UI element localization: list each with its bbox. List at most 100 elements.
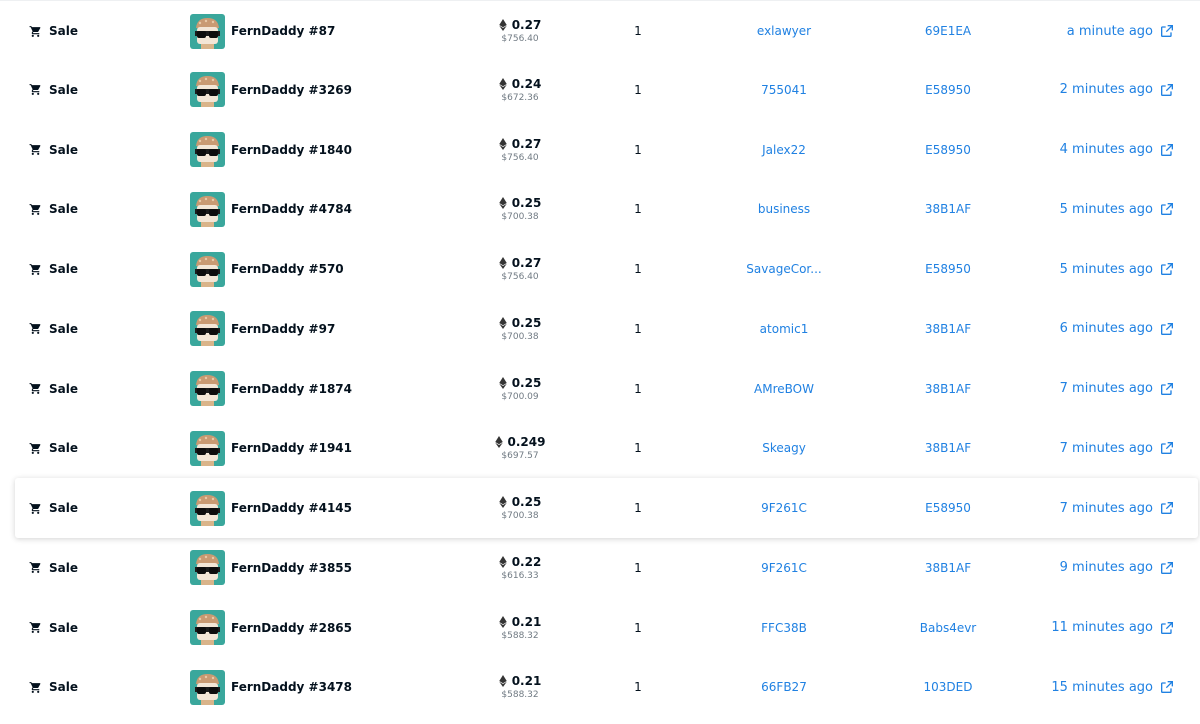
time-cell[interactable]: 11 minutes ago: [1030, 598, 1175, 658]
from-link[interactable]: Skeagy: [762, 441, 806, 455]
time-link[interactable]: 7 minutes ago: [1060, 501, 1153, 516]
nft-thumbnail[interactable]: [190, 311, 225, 347]
time-link[interactable]: 2 minutes ago: [1060, 82, 1153, 97]
item-name[interactable]: FernDaddy #1840: [231, 143, 352, 157]
time-link[interactable]: 15 minutes ago: [1051, 680, 1153, 695]
table-row[interactable]: Sale FernDaddy #1874 0.25 $700.09 1 AMre…: [0, 359, 1200, 419]
table-row[interactable]: Sale FernDaddy #4145 0.25 $700.38 1 9F26…: [15, 478, 1198, 538]
item-name[interactable]: FernDaddy #87: [231, 24, 335, 38]
time-cell[interactable]: 15 minutes ago: [1030, 657, 1175, 717]
to-link[interactable]: 38B1AF: [925, 441, 971, 455]
table-row[interactable]: Sale FernDaddy #3269 0.24 $672.36 1 7550…: [0, 60, 1200, 120]
item-cell[interactable]: FernDaddy #3269: [190, 60, 352, 120]
external-link-icon[interactable]: [1159, 440, 1175, 456]
from-link[interactable]: 755041: [761, 83, 807, 97]
item-name[interactable]: FernDaddy #4145: [231, 501, 352, 515]
table-row[interactable]: Sale FernDaddy #87 0.27 $756.40 1 exlawy…: [0, 0, 1200, 60]
item-name[interactable]: FernDaddy #2865: [231, 621, 352, 635]
time-cell[interactable]: a minute ago: [1030, 1, 1175, 61]
item-cell[interactable]: FernDaddy #4145: [190, 478, 352, 538]
table-row[interactable]: Sale FernDaddy #2865 0.21 $588.32 1 FFC3…: [0, 598, 1200, 658]
time-link[interactable]: 11 minutes ago: [1051, 620, 1153, 635]
time-link[interactable]: 4 minutes ago: [1060, 142, 1153, 157]
time-cell[interactable]: 7 minutes ago: [1030, 359, 1175, 419]
time-link[interactable]: 6 minutes ago: [1060, 321, 1153, 336]
time-cell[interactable]: 7 minutes ago: [1030, 418, 1175, 478]
table-row[interactable]: Sale FernDaddy #570 0.27 $756.40 1 Savag…: [0, 239, 1200, 299]
item-name[interactable]: FernDaddy #4784: [231, 202, 352, 216]
nft-thumbnail[interactable]: [190, 191, 225, 227]
time-cell[interactable]: 5 minutes ago: [1030, 239, 1175, 299]
to-link[interactable]: E58950: [925, 143, 971, 157]
from-link[interactable]: Jalex22: [762, 143, 806, 157]
time-link[interactable]: 9 minutes ago: [1060, 560, 1153, 575]
from-link[interactable]: AMreBOW: [754, 382, 814, 396]
time-cell[interactable]: 7 minutes ago: [1030, 478, 1175, 538]
from-link[interactable]: exlawyer: [757, 24, 811, 38]
to-link[interactable]: 38B1AF: [925, 382, 971, 396]
from-link[interactable]: FFC38B: [761, 621, 807, 635]
item-cell[interactable]: FernDaddy #3478: [190, 657, 352, 717]
item-name[interactable]: FernDaddy #3478: [231, 680, 352, 694]
external-link-icon[interactable]: [1159, 679, 1175, 695]
item-cell[interactable]: FernDaddy #1840: [190, 120, 352, 180]
to-link[interactable]: E58950: [925, 262, 971, 276]
external-link-icon[interactable]: [1159, 201, 1175, 217]
nft-thumbnail[interactable]: [190, 371, 225, 406]
to-link[interactable]: 38B1AF: [925, 322, 971, 336]
external-link-icon[interactable]: [1159, 620, 1175, 636]
table-row[interactable]: Sale FernDaddy #1941 0.249 $697.57 1 Ske…: [0, 418, 1200, 478]
from-link[interactable]: business: [758, 202, 810, 216]
external-link-icon[interactable]: [1159, 560, 1175, 576]
time-cell[interactable]: 2 minutes ago: [1030, 60, 1175, 120]
to-link[interactable]: 38B1AF: [925, 561, 971, 575]
item-cell[interactable]: FernDaddy #1874: [190, 359, 352, 419]
nft-thumbnail[interactable]: [190, 72, 225, 108]
table-row[interactable]: Sale FernDaddy #3855 0.22 $616.33 1 9F26…: [0, 538, 1200, 598]
external-link-icon[interactable]: [1159, 82, 1175, 98]
time-link[interactable]: a minute ago: [1067, 24, 1153, 39]
item-name[interactable]: FernDaddy #1941: [231, 441, 352, 455]
item-cell[interactable]: FernDaddy #87: [190, 1, 335, 61]
nft-thumbnail[interactable]: [190, 430, 225, 466]
nft-thumbnail[interactable]: [190, 251, 225, 287]
to-link[interactable]: E58950: [925, 501, 971, 515]
nft-thumbnail[interactable]: [190, 132, 225, 167]
time-link[interactable]: 5 minutes ago: [1060, 202, 1153, 217]
to-link[interactable]: 103DED: [924, 680, 973, 694]
from-link[interactable]: atomic1: [760, 322, 809, 336]
from-link[interactable]: 9F261C: [761, 561, 807, 575]
external-link-icon[interactable]: [1159, 381, 1175, 397]
item-cell[interactable]: FernDaddy #3855: [190, 538, 352, 598]
from-link[interactable]: 9F261C: [761, 501, 807, 515]
external-link-icon[interactable]: [1159, 500, 1175, 516]
from-link[interactable]: 66FB27: [761, 680, 807, 694]
time-link[interactable]: 7 minutes ago: [1060, 381, 1153, 396]
external-link-icon[interactable]: [1159, 142, 1175, 158]
table-row[interactable]: Sale FernDaddy #3478 0.21 $588.32 1 66FB…: [0, 657, 1200, 717]
item-name[interactable]: FernDaddy #570: [231, 262, 344, 276]
nft-thumbnail[interactable]: [190, 610, 225, 645]
item-name[interactable]: FernDaddy #3269: [231, 83, 352, 97]
table-row[interactable]: Sale FernDaddy #97 0.25 $700.38 1 atomic…: [0, 299, 1200, 359]
time-cell[interactable]: 4 minutes ago: [1030, 120, 1175, 180]
item-cell[interactable]: FernDaddy #570: [190, 239, 344, 299]
item-cell[interactable]: FernDaddy #2865: [190, 598, 352, 658]
external-link-icon[interactable]: [1159, 321, 1175, 337]
time-cell[interactable]: 5 minutes ago: [1030, 179, 1175, 239]
external-link-icon[interactable]: [1159, 261, 1175, 277]
from-link[interactable]: SavageCor...: [746, 262, 821, 276]
nft-thumbnail[interactable]: [190, 550, 225, 586]
nft-thumbnail[interactable]: [190, 13, 225, 49]
table-row[interactable]: Sale FernDaddy #4784 0.25 $700.38 1 busi…: [0, 179, 1200, 239]
to-link[interactable]: Babs4evr: [920, 621, 977, 635]
to-link[interactable]: E58950: [925, 83, 971, 97]
to-link[interactable]: 38B1AF: [925, 202, 971, 216]
item-name[interactable]: FernDaddy #1874: [231, 382, 352, 396]
to-link[interactable]: 69E1EA: [925, 24, 971, 38]
item-name[interactable]: FernDaddy #97: [231, 322, 335, 336]
nft-thumbnail[interactable]: [190, 490, 225, 526]
table-row[interactable]: Sale FernDaddy #1840 0.27 $756.40 1 Jale…: [0, 120, 1200, 180]
nft-thumbnail[interactable]: [190, 669, 225, 705]
time-link[interactable]: 5 minutes ago: [1060, 262, 1153, 277]
